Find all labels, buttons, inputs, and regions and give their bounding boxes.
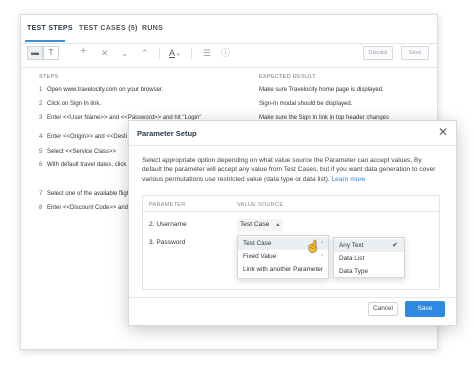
dialog-description: Select appropriate option depending on w… — [142, 156, 442, 184]
tabs-divider — [21, 43, 437, 44]
step-number: 8 — [39, 205, 43, 211]
parameter-table-header: PARAMETER VALUE SOURCE — [143, 196, 439, 212]
chevron-right-icon: › — [321, 253, 323, 259]
step-number: 3 — [39, 115, 43, 121]
value-source-selected: Test Case — [240, 221, 270, 228]
step-row[interactable]: 6 With default travel dates, click — [39, 162, 126, 168]
expected-result-text[interactable]: Make sure Travelocity home page is displ… — [259, 87, 384, 93]
value-source-column-header: VALUE SOURCE — [237, 202, 284, 208]
dialog-title-divider — [129, 145, 456, 146]
close-icon[interactable]: ✕ — [101, 48, 109, 58]
test-case-submenu: Any Text ✔ Data List Data Type — [333, 237, 405, 278]
chevron-right-icon: › — [321, 240, 323, 246]
step-row[interactable]: 7 Select one of the available fligh — [39, 191, 130, 197]
check-icon: ✔ — [392, 242, 398, 249]
toolbar: ▬ T + ✕ ⌄ ⌃ A ▾ ☰ ⓘ Discard Save — [21, 46, 437, 66]
parameter-name: 3. Password — [149, 239, 186, 246]
dialog-description-text: Select appropriate option depending on w… — [142, 157, 436, 183]
hand-cursor-icon: ☝ — [306, 241, 320, 253]
step-text: Enter <<Discount Code>> and — [47, 205, 129, 211]
parameter-setup-dialog: Parameter Setup ✕ Select appropriate opt… — [128, 120, 457, 326]
submenu-item-label: Any Text — [339, 242, 364, 249]
chevron-down-icon[interactable]: ▾ — [177, 50, 180, 60]
step-row[interactable]: 2 Click on Sign In link. — [39, 101, 101, 107]
toolbar-divider — [21, 67, 437, 68]
toolbar-separator — [159, 48, 160, 59]
submenu-item-data-list[interactable]: Data List — [334, 252, 404, 265]
submenu-item-any-text[interactable]: Any Text ✔ — [334, 239, 404, 252]
step-row[interactable]: 8 Enter <<Discount Code>> and — [39, 205, 128, 211]
text-format-icon[interactable]: T — [43, 46, 59, 60]
active-tab-indicator — [25, 40, 65, 42]
parameter-name: 2. Username — [149, 221, 187, 228]
move-down-icon[interactable]: ⌄ — [121, 48, 129, 58]
add-icon[interactable]: + — [80, 46, 86, 57]
dropdown-item-label: Link with another Parameter — [243, 266, 323, 273]
save-button[interactable]: Save — [401, 46, 429, 60]
step-text: Open www.travelocity.com on your browser… — [47, 87, 164, 93]
settings-icon[interactable]: ☰ — [203, 48, 211, 58]
discard-button[interactable]: Discard — [363, 46, 393, 60]
tab-bar: TEST STEPS TEST CASES (5) RUNS — [21, 15, 437, 43]
expected-result-column-header: EXPECTED RESULT — [259, 74, 316, 80]
submenu-item-label: Data Type — [339, 268, 369, 275]
step-text: Select <<Service Class>> — [47, 149, 117, 155]
dropdown-item-link-parameter[interactable]: Link with another Parameter — [238, 263, 328, 276]
save-button[interactable]: Save — [405, 301, 445, 317]
move-up-icon[interactable]: ⌃ — [141, 48, 149, 58]
step-number: 1 — [39, 87, 43, 93]
font-icon[interactable]: A — [169, 48, 175, 58]
tab-test-cases[interactable]: TEST CASES (5) — [79, 25, 138, 32]
step-number: 6 — [39, 162, 43, 168]
step-text: Enter <<Origin>> and <<Desti — [47, 134, 128, 140]
step-text: Click on Sign In link. — [47, 101, 102, 107]
dialog-title: Parameter Setup — [137, 129, 197, 138]
dropdown-item-label: Fixed Value — [243, 253, 277, 260]
help-icon[interactable]: ⓘ — [221, 48, 230, 58]
step-row[interactable]: 1 Open www.travelocity.com on your browse… — [39, 87, 163, 93]
cancel-button[interactable]: Cancel — [368, 302, 398, 316]
close-icon[interactable]: ✕ — [438, 125, 448, 139]
step-text: Select one of the available fligh — [47, 191, 131, 197]
step-row[interactable]: 4 Enter <<Origin>> and <<Desti — [39, 134, 127, 140]
align-icon[interactable]: ▬ — [27, 46, 43, 60]
expected-result-text[interactable]: Sign-In modal should be displayed. — [259, 101, 352, 107]
step-number: 2 — [39, 101, 43, 107]
caret-up-icon: ▲ — [275, 222, 281, 228]
parameter-column-header: PARAMETER — [149, 202, 186, 208]
tab-test-steps[interactable]: TEST STEPS — [27, 25, 73, 32]
dialog-footer-divider — [129, 297, 456, 298]
learn-more-link[interactable]: Learn more — [332, 176, 366, 183]
submenu-item-label: Data List — [339, 255, 365, 262]
step-number: 4 — [39, 134, 43, 140]
steps-column-header: STEPS — [39, 74, 59, 80]
submenu-item-data-type[interactable]: Data Type — [334, 265, 404, 278]
toolbar-separator — [191, 48, 192, 59]
dropdown-item-label: Test Case — [243, 240, 272, 247]
step-text: With default travel dates, click — [47, 162, 127, 168]
step-number: 7 — [39, 191, 43, 197]
step-number: 5 — [39, 149, 43, 155]
step-row[interactable]: 5 Select <<Service Class>> — [39, 149, 116, 155]
tab-runs[interactable]: RUNS — [142, 25, 163, 32]
value-source-select[interactable]: Test Case ▲ — [237, 219, 284, 231]
